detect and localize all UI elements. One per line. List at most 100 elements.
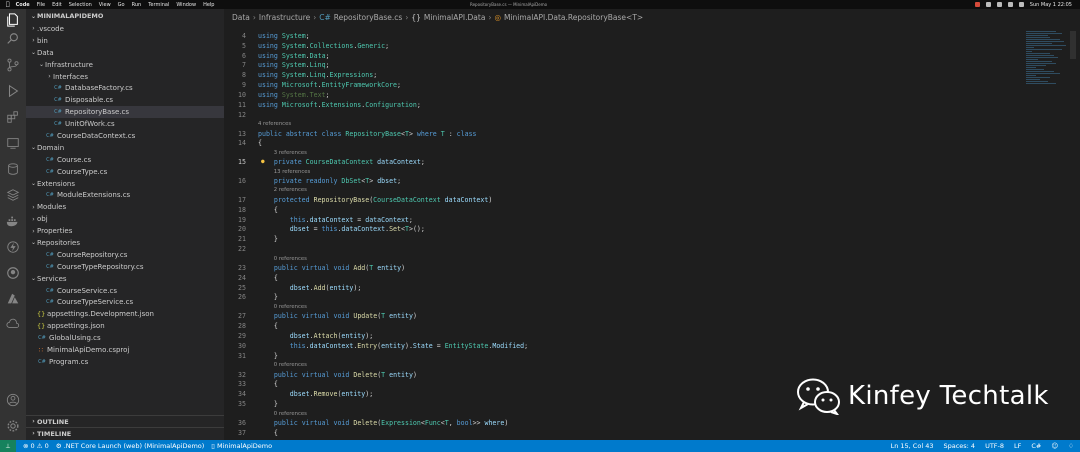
code-text[interactable]: { — [258, 139, 262, 147]
breadcrumb-data[interactable]: Data — [232, 13, 250, 22]
file-item[interactable]: {} appsettings.json — [26, 320, 224, 332]
lightbulb-icon[interactable]: ● — [261, 158, 265, 165]
database-icon[interactable] — [6, 162, 20, 176]
folder-item[interactable]: › bin — [26, 35, 224, 47]
file-item[interactable]: C# DatabaseFactory.cs — [26, 82, 224, 94]
file-item[interactable]: C# RepositoryBase.cs — [26, 106, 224, 119]
encoding[interactable]: UTF-8 — [985, 442, 1004, 450]
menu-app-name[interactable]: Code — [16, 2, 30, 8]
code-text[interactable]: { — [258, 380, 278, 388]
code-text[interactable]: { — [258, 429, 278, 437]
code-text[interactable]: dbset.Remove(entity); — [258, 390, 373, 398]
menu-help[interactable]: Help — [203, 2, 214, 8]
apple-icon[interactable]:  — [6, 1, 10, 8]
folder-item[interactable]: ⌄ Domain — [26, 142, 224, 154]
file-item[interactable]: C# CourseType.cs — [26, 166, 224, 178]
folder-item[interactable]: › Modules — [26, 201, 224, 213]
run-debug-icon[interactable] — [6, 84, 20, 98]
code-text[interactable]: using System.Data; — [258, 52, 330, 60]
remote-explorer-icon[interactable] — [6, 136, 20, 150]
code-text[interactable]: using System.Linq; — [258, 61, 330, 69]
language-mode[interactable]: C# — [1031, 442, 1041, 450]
code-text[interactable]: } — [258, 235, 278, 243]
code-text[interactable]: dbset.Attach(entity); — [258, 332, 373, 340]
breadcrumb-namespace[interactable]: MinimalAPI.Data — [424, 13, 486, 22]
gear-icon[interactable] — [6, 419, 20, 433]
file-item[interactable]: C# Program.cs — [26, 356, 224, 368]
code-text[interactable]: using System.Linq.Expressions; — [258, 71, 377, 79]
breadcrumb-class[interactable]: MinimalAPI.Data.RepositoryBase<T> — [504, 13, 643, 22]
end-of-line[interactable]: LF — [1014, 442, 1021, 450]
menu-window[interactable]: Window — [176, 2, 196, 8]
outline-panel-header[interactable]: › OUTLINE — [26, 415, 224, 427]
code-text[interactable]: } — [258, 400, 278, 408]
account-icon[interactable] — [6, 393, 20, 407]
file-item[interactable]: C# CourseTypeRepository.cs — [26, 261, 224, 273]
menu-file[interactable]: File — [37, 2, 45, 8]
file-item[interactable]: C# CourseRepository.cs — [26, 249, 224, 261]
minimap[interactable] — [1026, 31, 1066, 91]
folder-item[interactable]: › .vscode — [26, 23, 224, 35]
wifi-icon[interactable] — [985, 2, 991, 7]
references-count[interactable]: 3 references — [274, 150, 307, 156]
search-icon[interactable] — [1007, 2, 1013, 7]
references-count[interactable]: 0 references — [274, 411, 307, 417]
menu-run[interactable]: Run — [132, 2, 142, 8]
search-icon[interactable] — [6, 32, 20, 46]
control-center-icon[interactable] — [1018, 2, 1024, 7]
folder-item[interactable]: ⌄ Data — [26, 47, 224, 59]
indentation[interactable]: Spaces: 4 — [943, 442, 975, 450]
code-text[interactable]: dbset.Add(entity); — [258, 284, 362, 292]
file-item[interactable]: C# CourseTypeService.cs — [26, 296, 224, 308]
code-text[interactable]: using System; — [258, 32, 310, 40]
file-item[interactable]: C# CourseDataContext.cs — [26, 130, 224, 142]
code-text[interactable]: public virtual void Update(T entity) — [258, 312, 417, 320]
file-item[interactable]: C# UnitOfWork.cs — [26, 118, 224, 130]
code-text[interactable]: public abstract class RepositoryBase<T> … — [258, 130, 477, 138]
code-text[interactable]: { — [258, 322, 278, 330]
menu-edit[interactable]: Edit — [52, 2, 62, 8]
file-item[interactable]: C# GlobalUsing.cs — [26, 332, 224, 344]
battery-icon[interactable] — [996, 2, 1002, 7]
feedback-icon[interactable]: ☺ — [1051, 442, 1058, 450]
file-item[interactable]: C# CourseService.cs — [26, 285, 224, 297]
references-count[interactable]: 0 references — [274, 304, 307, 310]
code-text[interactable]: protected RepositoryBase(CourseDataConte… — [258, 196, 492, 204]
folder-item[interactable]: › Interfaces — [26, 71, 224, 83]
timeline-panel-header[interactable]: › TIMELINE — [26, 427, 224, 439]
debug-launch[interactable]: ⚙ .NET Core Launch (web) (MinimalApiDemo… — [56, 442, 205, 450]
record-icon[interactable] — [974, 2, 980, 7]
menu-view[interactable]: View — [99, 2, 111, 8]
references-count[interactable]: 0 references — [274, 256, 307, 262]
cloud-icon[interactable] — [6, 317, 20, 331]
explorer-icon[interactable] — [6, 13, 20, 27]
extensions-icon[interactable] — [6, 110, 20, 124]
code-text[interactable]: { — [258, 274, 278, 282]
folder-item[interactable]: ⌄ Repositories — [26, 237, 224, 249]
folder-item[interactable]: ⌄ Services — [26, 273, 224, 285]
file-item[interactable]: C# Disposable.cs — [26, 94, 224, 106]
file-item[interactable]: {} appsettings.Development.json — [26, 308, 224, 320]
code-text[interactable]: using Microsoft.EntityFrameworkCore; — [258, 81, 401, 89]
menu-selection[interactable]: Selection — [69, 2, 92, 8]
lightning-icon[interactable] — [6, 240, 20, 254]
breadcrumb-infrastructure[interactable]: Infrastructure — [259, 13, 310, 22]
folder-item[interactable]: › obj — [26, 213, 224, 225]
references-count[interactable]: 2 references — [274, 187, 307, 193]
menu-go[interactable]: Go — [118, 2, 125, 8]
code-text[interactable]: dbset = this.dataContext.Set<T>(); — [258, 225, 425, 233]
code-text[interactable]: } — [258, 293, 278, 301]
menu-terminal[interactable]: Terminal — [148, 2, 169, 8]
folder-item[interactable]: ⌄ Infrastructure — [26, 59, 224, 71]
remote-indicator[interactable]: ⊥ — [0, 440, 16, 452]
folder-item[interactable]: ⌄ Extensions — [26, 178, 224, 190]
file-item[interactable]: C# Course.cs — [26, 154, 224, 166]
code-text[interactable]: } — [258, 352, 278, 360]
code-text[interactable]: using Microsoft.Extensions.Configuration… — [258, 101, 421, 109]
code-text[interactable]: { — [258, 206, 278, 214]
code-text[interactable]: public virtual void Delete(Expression<Fu… — [258, 419, 508, 427]
docker-icon[interactable] — [6, 214, 20, 228]
references-count[interactable]: 4 references — [258, 121, 291, 127]
file-item[interactable]: C# ModuleExtensions.cs — [26, 189, 224, 201]
code-text[interactable]: this.dataContext.Entry(entity).State = E… — [258, 342, 528, 350]
